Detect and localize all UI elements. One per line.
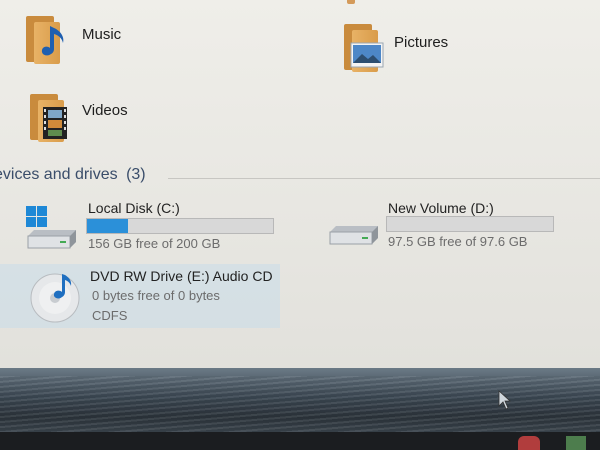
drive-local-disk-c[interactable]: Local Disk (C:) 156 GB free of 200 GB — [22, 196, 282, 256]
section-title: evices and drives — [0, 166, 118, 183]
picture-icon — [350, 42, 384, 68]
library-pictures[interactable]: Pictures — [338, 22, 478, 80]
drive-usage-bar — [386, 216, 554, 232]
drive-usage-bar — [86, 218, 274, 234]
hard-drive-icon — [329, 226, 378, 245]
library-label: Pictures — [394, 34, 449, 51]
drive-free-space: 156 GB free of 200 GB — [88, 236, 221, 251]
music-folder-icon — [20, 14, 66, 66]
drive-usage-fill — [87, 219, 128, 233]
music-note-icon — [41, 26, 64, 56]
drive-free-space: 0 bytes free of 0 bytes — [92, 288, 220, 303]
drive-name: DVD RW Drive (E:) Audio CD — [90, 268, 273, 284]
drive-free-space: 97.5 GB free of 97.6 GB — [388, 234, 528, 249]
taskbar — [0, 432, 600, 450]
file-explorer-window: Music Pictures Videos evices and drives … — [0, 0, 600, 392]
taskbar-app-icon[interactable] — [566, 436, 586, 450]
section-divider — [168, 178, 600, 179]
devices-and-drives-header[interactable]: evices and drives (3) — [0, 166, 146, 184]
pictures-folder-icon — [338, 22, 384, 74]
drive-name: New Volume (D:) — [388, 200, 494, 216]
drive-dvd-rw-e[interactable]: DVD RW Drive (E:) Audio CD 0 bytes free … — [22, 264, 282, 328]
section-count: (3) — [126, 166, 146, 183]
drive-new-volume-d[interactable]: New Volume (D:) 97.5 GB free of 97.6 GB — [328, 196, 568, 256]
mouse-cursor-icon — [498, 390, 512, 410]
drive-filesystem: CDFS — [92, 308, 128, 323]
windows-logo-icon — [26, 206, 47, 227]
partial-item-icon — [347, 0, 355, 4]
drive-name: Local Disk (C:) — [88, 200, 180, 216]
library-videos[interactable]: Videos — [24, 92, 144, 150]
taskbar-app-icon[interactable] — [518, 436, 540, 450]
library-music[interactable]: Music — [20, 14, 140, 72]
library-label: Videos — [82, 102, 128, 119]
film-strip-icon — [43, 107, 67, 139]
library-label: Music — [82, 26, 122, 43]
videos-folder-icon — [24, 92, 70, 144]
cd-disc-icon — [30, 273, 80, 323]
